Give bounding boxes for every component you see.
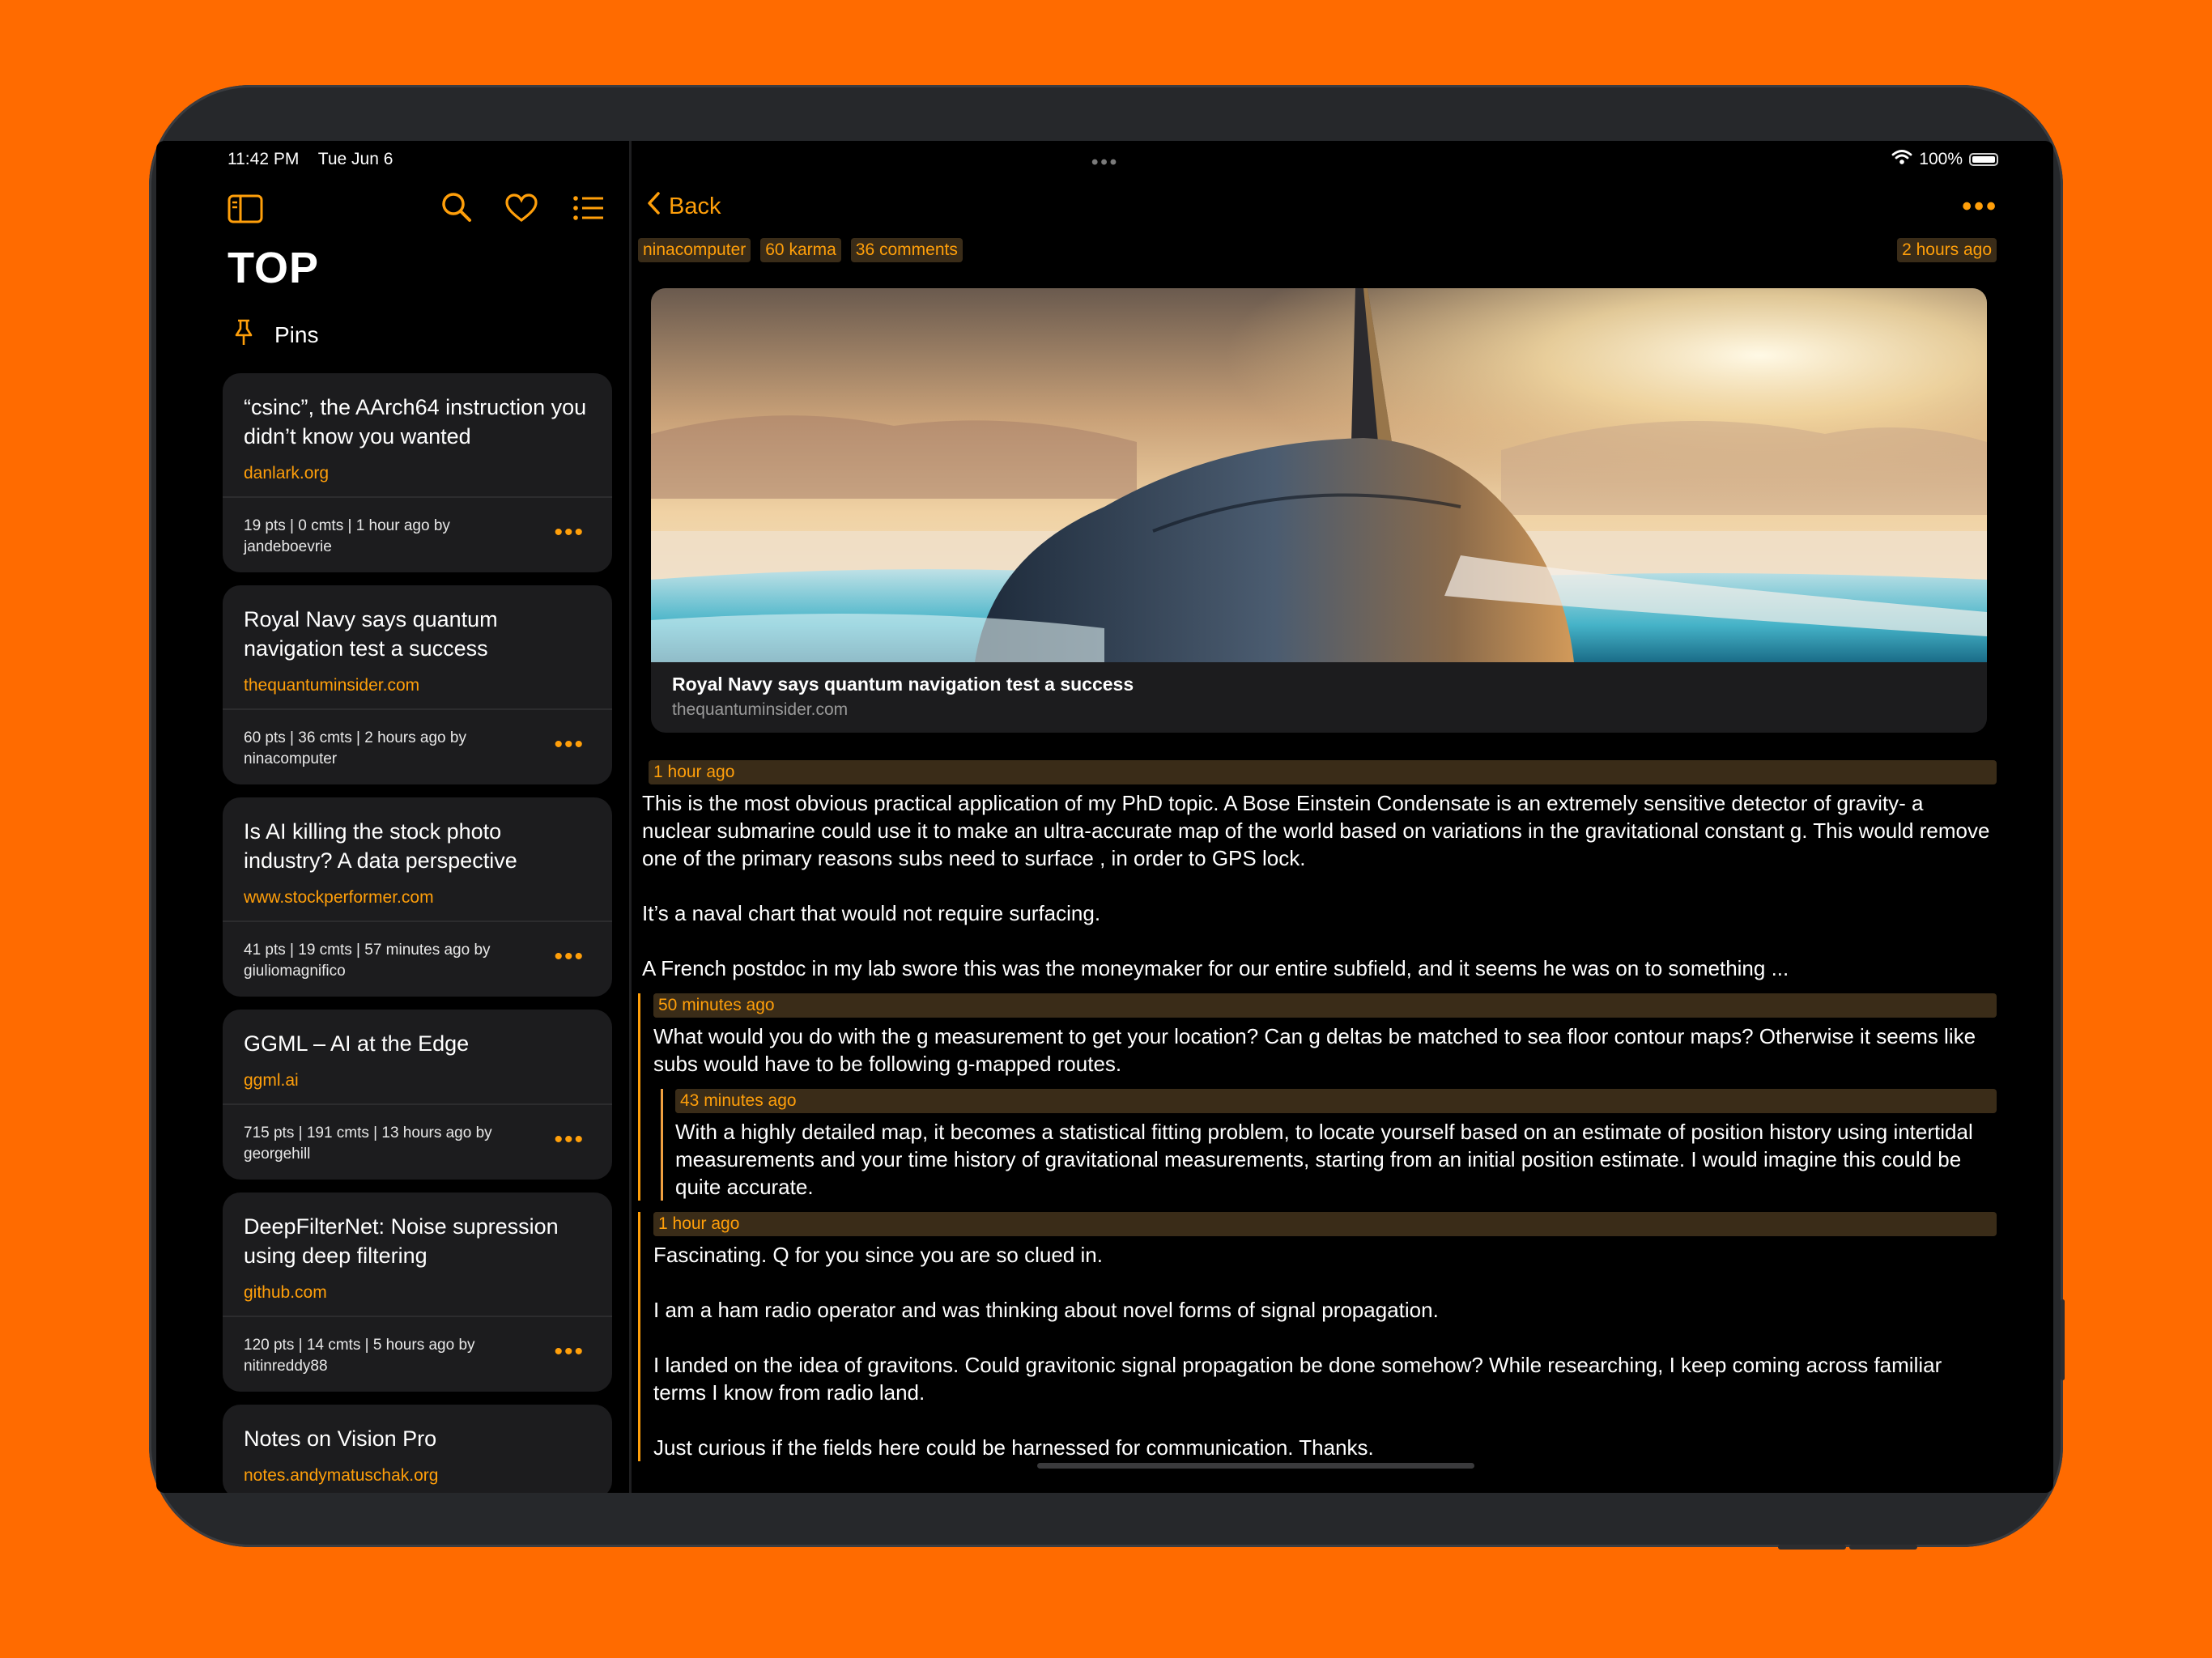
- link-preview-card[interactable]: Royal Navy says quantum navigation test …: [651, 288, 1987, 733]
- status-date: Tue Jun 6: [317, 150, 393, 168]
- story-meta: 120 pts | 14 cmts | 5 hours ago by nitin…: [244, 1337, 475, 1375]
- nested-reply-comment: etrautmann 43 minutes ago With a highly …: [661, 1089, 2053, 1201]
- comment-time: 50 minutes ago: [653, 993, 1997, 1018]
- status-bar-right: 100%: [1891, 149, 1998, 170]
- story-card[interactable]: Royal Navy says quantum navigation test …: [223, 585, 612, 784]
- comment-paragraph: I am a ham radio operator and was thinki…: [653, 1298, 1439, 1322]
- back-label: Back: [669, 193, 721, 219]
- wifi-icon: [1891, 149, 1912, 170]
- home-indicator[interactable]: [1037, 1463, 1474, 1469]
- comment-body: This is the most obvious practical appli…: [642, 789, 1997, 982]
- volume-button: [2061, 1299, 2065, 1380]
- story-meta: 19 pts | 0 cmts | 1 hour ago by jandeboe…: [244, 517, 450, 555]
- story-card[interactable]: DeepFilterNet: Noise supression using de…: [223, 1192, 612, 1392]
- more-icon[interactable]: •••: [554, 945, 585, 969]
- comment-paragraph: With a highly detailed map, it becomes a…: [675, 1120, 1973, 1199]
- comment-paragraph: A French postdoc in my lab swore this wa…: [642, 956, 1789, 980]
- posted-time-tag: 2 hours ago: [1897, 238, 1997, 262]
- story-domain[interactable]: github.com: [244, 1283, 591, 1303]
- pin-icon: [234, 319, 253, 351]
- karma-tag: 60 karma: [760, 238, 841, 262]
- comment-paragraph: This is the most obvious practical appli…: [642, 791, 1990, 870]
- comment-paragraph: I landed on the idea of gravitons. Could…: [653, 1353, 1942, 1405]
- reply-comment: themodelplumber 1 hour ago Fascinating. …: [638, 1212, 2053, 1461]
- story-title: “csinc”, the AArch64 instruction you did…: [244, 395, 587, 449]
- comment-time: 1 hour ago: [653, 1212, 1997, 1236]
- story-domain[interactable]: thequantuminsider.com: [244, 676, 591, 695]
- top-button-1: [1778, 1545, 1846, 1550]
- page-title: TOP: [228, 244, 320, 292]
- story-list: “csinc”, the AArch64 instruction you did…: [223, 373, 612, 1493]
- comment-time: 43 minutes ago: [675, 1089, 1997, 1113]
- link-preview-image: [651, 288, 1987, 662]
- more-icon[interactable]: •••: [554, 521, 585, 545]
- story-title: Is AI killing the stock photo industry? …: [244, 819, 517, 873]
- list-icon[interactable]: [572, 195, 605, 225]
- story-card[interactable]: Notes on Vision Pro notes.andymatuschak.…: [223, 1405, 612, 1493]
- more-icon[interactable]: •••: [554, 1128, 585, 1152]
- story-domain[interactable]: notes.andymatuschak.org: [244, 1466, 591, 1486]
- top-button-2: [1849, 1545, 1917, 1550]
- more-options-icon[interactable]: •••: [1962, 191, 1998, 223]
- sidebar-toggle-icon[interactable]: [228, 194, 263, 227]
- comment-paragraph: It’s a naval chart that would not requir…: [642, 901, 1101, 925]
- reply-comment: rogers18445 50 minutes ago What would yo…: [638, 993, 2053, 1201]
- story-card[interactable]: GGML – AI at the Edge ggml.ai 715 pts | …: [223, 1010, 612, 1180]
- multitasking-dots-icon[interactable]: •••: [1091, 151, 1119, 174]
- author-tag[interactable]: ninacomputer: [638, 238, 751, 262]
- story-title: DeepFilterNet: Noise supression using de…: [244, 1214, 559, 1268]
- heart-icon[interactable]: [505, 193, 538, 227]
- pins-row[interactable]: Pins: [234, 319, 318, 351]
- screen: 11:42 PM Tue Jun 6 TOP Pins “csinc”, the…: [156, 141, 2053, 1493]
- comment-paragraph: Fascinating. Q for you since you are so …: [653, 1243, 1103, 1267]
- pins-label: Pins: [274, 321, 319, 347]
- story-tags: ninacomputer 60 karma 36 comments: [638, 238, 972, 262]
- posted-time: 2 hours ago: [1897, 238, 1997, 262]
- story-card[interactable]: Is AI killing the stock photo industry? …: [223, 797, 612, 997]
- link-domain: thequantuminsider.com: [672, 700, 849, 719]
- comment-body: Fascinating. Q for you since you are so …: [653, 1241, 1997, 1461]
- link-title: Royal Navy says quantum navigation test …: [672, 674, 1134, 695]
- story-domain[interactable]: www.stockperformer.com: [244, 888, 591, 908]
- status-time: 11:42 PM: [228, 150, 300, 168]
- comment-paragraph: Just curious if the fields here could be…: [653, 1435, 1374, 1460]
- comment-body: What would you do with the g measurement…: [653, 1022, 1997, 1078]
- story-detail: ••• 100% Back ••• ninacomputer 60 karma 36…: [632, 141, 2053, 1493]
- comment-paragraph: What would you do with the g measurement…: [653, 1024, 1976, 1076]
- comments-thread: jchallis 1 hour ago This is the most obv…: [632, 760, 2053, 1461]
- story-card[interactable]: “csinc”, the AArch64 instruction you did…: [223, 373, 612, 572]
- battery-percent: 100%: [1919, 150, 1963, 168]
- story-meta: 60 pts | 36 cmts | 2 hours ago by ninaco…: [244, 729, 466, 767]
- back-button[interactable]: Back: [646, 191, 721, 222]
- more-icon[interactable]: •••: [554, 1340, 585, 1364]
- more-icon[interactable]: •••: [554, 733, 585, 757]
- story-meta: 715 pts | 191 cmts | 13 hours ago by geo…: [244, 1124, 492, 1163]
- search-icon[interactable]: [440, 191, 473, 227]
- sidebar: 11:42 PM Tue Jun 6 TOP Pins “csinc”, the…: [156, 141, 629, 1493]
- comments-count-tag: 36 comments: [850, 238, 963, 262]
- story-domain[interactable]: ggml.ai: [244, 1071, 591, 1090]
- chevron-left-icon: [646, 191, 661, 222]
- comment: jchallis 1 hour ago This is the most obv…: [632, 760, 2053, 982]
- comment-time: 1 hour ago: [649, 760, 1997, 784]
- story-meta: 41 pts | 19 cmts | 57 minutes ago by giu…: [244, 942, 491, 980]
- story-title: Notes on Vision Pro: [244, 1426, 437, 1451]
- story-title: Royal Navy says quantum navigation test …: [244, 607, 498, 661]
- comment-body: With a highly detailed map, it becomes a…: [675, 1118, 1997, 1201]
- battery-icon: [1969, 153, 1998, 166]
- status-bar-left: 11:42 PM Tue Jun 6: [228, 150, 407, 169]
- story-title: GGML – AI at the Edge: [244, 1031, 470, 1056]
- story-domain[interactable]: danlark.org: [244, 464, 591, 483]
